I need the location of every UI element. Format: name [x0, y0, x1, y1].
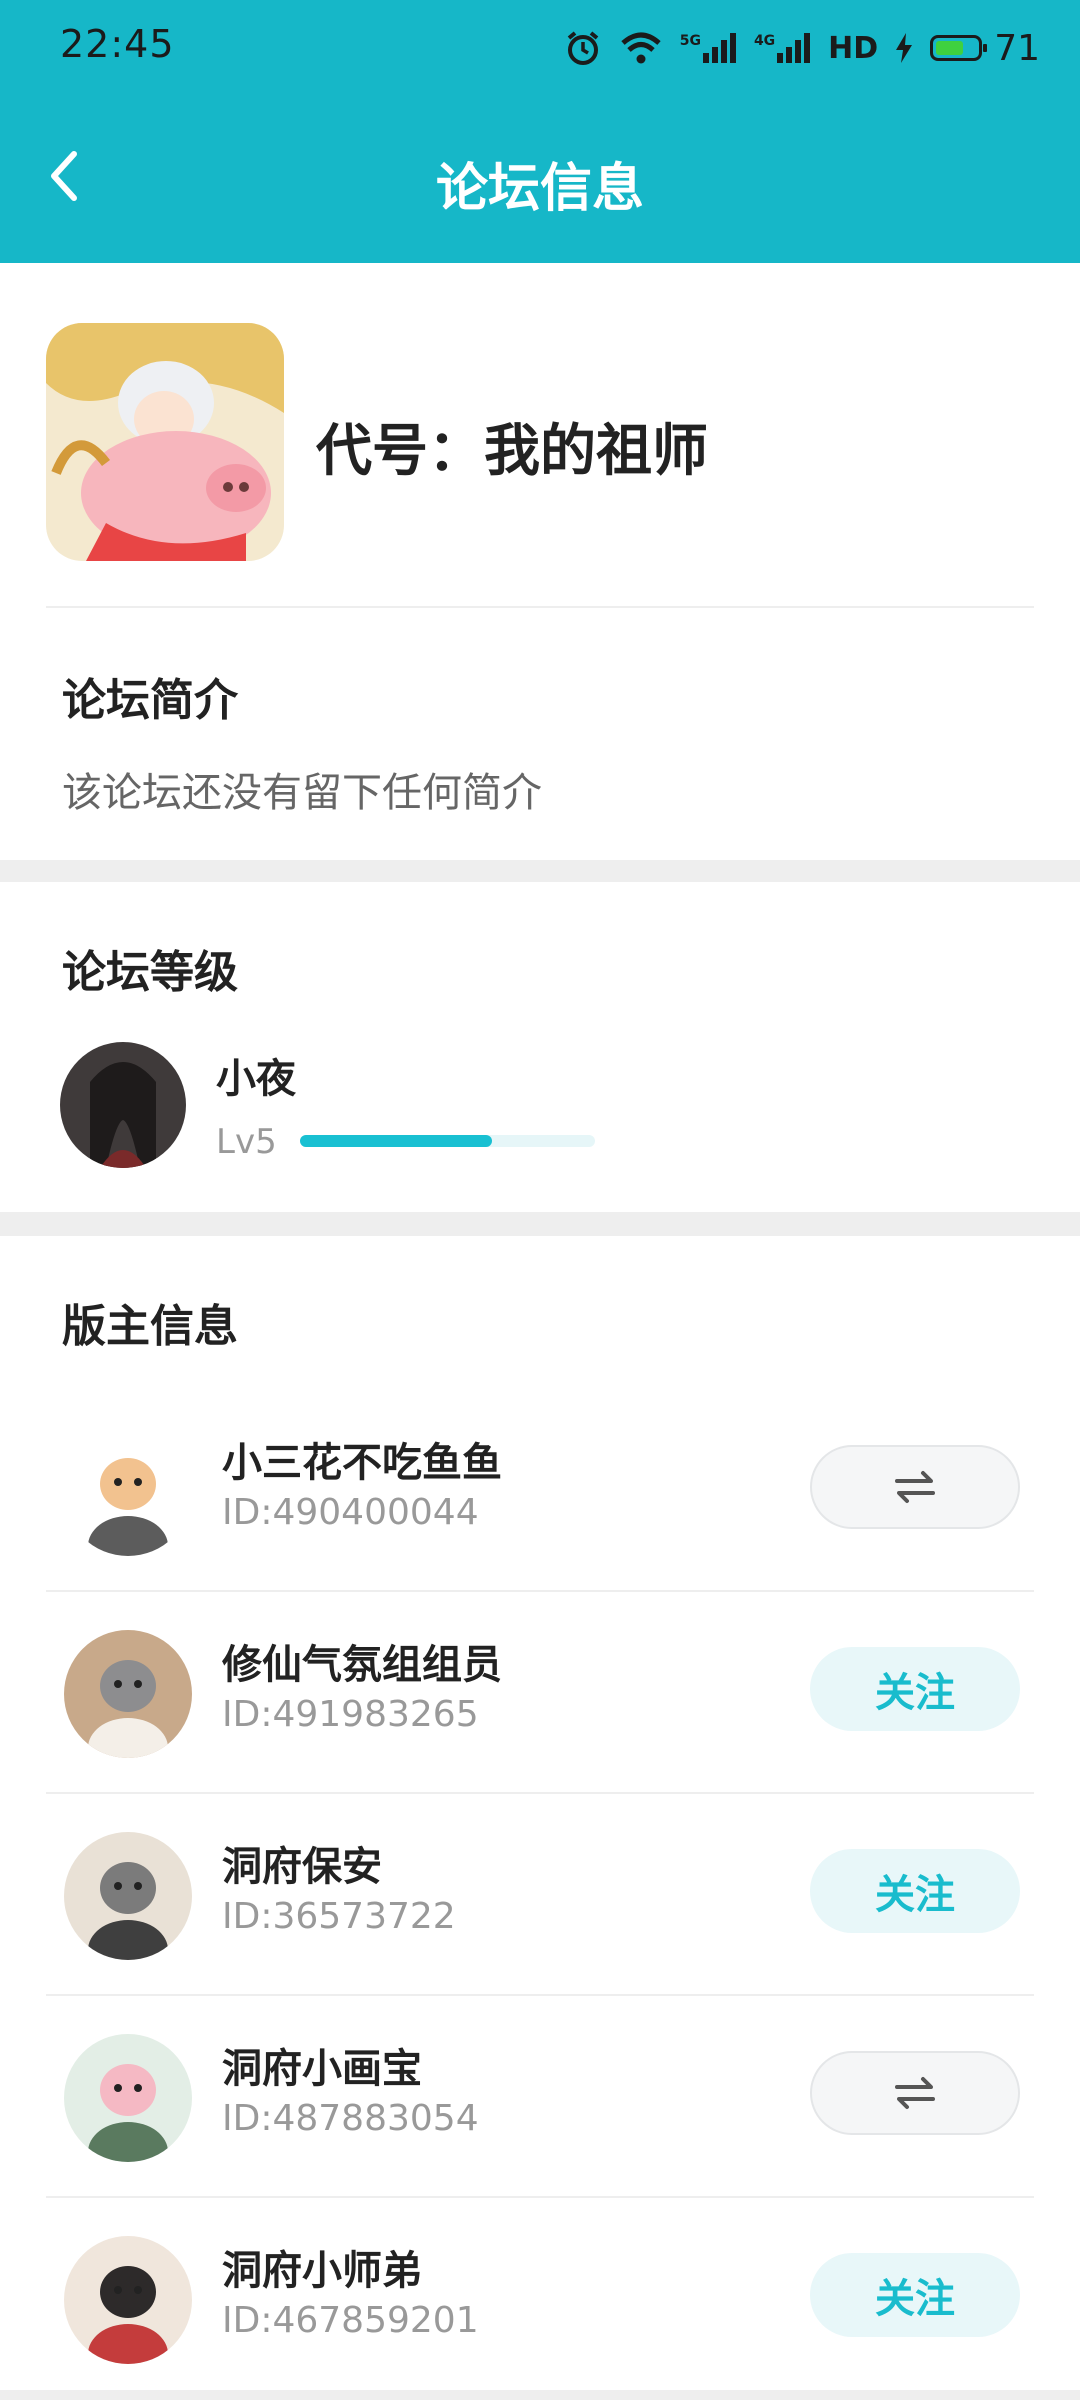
section-gap [0, 860, 1080, 882]
battery-percent: 71 [994, 27, 1040, 69]
swap-button[interactable] [810, 2051, 1020, 2135]
signal-bars-icon [777, 33, 811, 63]
follow-button[interactable]: 关注 [810, 2253, 1020, 2337]
moderator-name: 洞府小画宝 [222, 2046, 422, 2092]
avatar[interactable] [64, 2236, 192, 2364]
moderator-row[interactable]: 洞府小师弟 ID:467859201 关注 [0, 2198, 1080, 2400]
moderator-name: 洞府小师弟 [222, 2248, 422, 2294]
level-label: Lv5 [216, 1122, 277, 1162]
moderator-id: ID:467859201 [222, 2300, 479, 2341]
moderator-name: 小三花不吃鱼鱼 [222, 1440, 502, 1486]
forum-header: 代号：我的祖师 [0, 263, 1080, 608]
page-title: 论坛信息 [435, 159, 644, 219]
status-icons: 5G 4G HD 71 [564, 24, 1040, 72]
level-progress-bar [300, 1135, 595, 1147]
moderator-row[interactable]: 小三花不吃鱼鱼 ID:490400044 [0, 1390, 1080, 1592]
level-progress-fill [300, 1135, 492, 1147]
forum-name: 代号：我的祖师 [316, 419, 708, 484]
swap-arrows-icon [895, 2077, 935, 2109]
wifi-icon [621, 32, 661, 64]
hd-label: HD [828, 30, 879, 66]
moderators-title: 版主信息 [62, 1301, 238, 1352]
status-time: 22:45 [60, 22, 175, 66]
avatar[interactable] [64, 1832, 192, 1960]
alarm-icon [567, 31, 598, 65]
level-user-name: 小夜 [216, 1056, 296, 1102]
avatar[interactable] [64, 1630, 192, 1758]
forum-cover-image [46, 323, 284, 561]
intro-title: 论坛简介 [62, 675, 238, 726]
moderator-name: 洞府保安 [222, 1844, 382, 1890]
section-gap [0, 1212, 1080, 1236]
nav-bar: 论坛信息 [0, 96, 1080, 263]
avatar[interactable] [60, 1042, 186, 1168]
moderator-id: ID:487883054 [222, 2098, 479, 2139]
moderator-row[interactable]: 修仙气氛组组员 ID:491983265 关注 [0, 1592, 1080, 1794]
section-gap [0, 2390, 1080, 2400]
moderator-name: 修仙气氛组组员 [222, 1642, 502, 1688]
avatar[interactable] [64, 1428, 192, 1556]
divider [46, 606, 1034, 608]
battery-icon [930, 35, 988, 61]
moderator-id: ID:491983265 [222, 1694, 479, 1735]
moderator-id: ID:490400044 [222, 1492, 479, 1533]
follow-button[interactable]: 关注 [810, 1849, 1020, 1933]
moderator-id: ID:36573722 [222, 1896, 456, 1937]
charging-icon [896, 33, 913, 63]
level-title: 论坛等级 [62, 947, 238, 998]
follow-button[interactable]: 关注 [810, 1647, 1020, 1731]
swap-button[interactable] [810, 1445, 1020, 1529]
avatar[interactable] [64, 2034, 192, 2162]
status-bar: 22:45 5G 4G HD 71 [0, 0, 1080, 96]
swap-arrows-icon [895, 1471, 935, 1503]
signal-bars-icon [702, 33, 736, 63]
moderator-row[interactable]: 洞府小画宝 ID:487883054 [0, 1996, 1080, 2198]
signal-4g: 4G [754, 33, 811, 63]
intro-text: 该论坛还没有留下任何简介 [62, 770, 542, 816]
signal-5g: 5G [680, 33, 736, 63]
moderator-row[interactable]: 洞府保安 ID:36573722 关注 [0, 1794, 1080, 1996]
